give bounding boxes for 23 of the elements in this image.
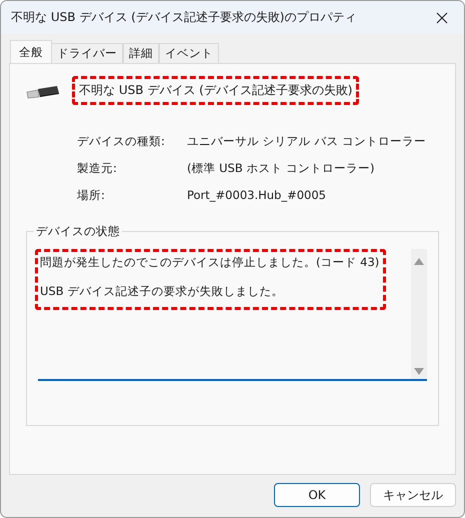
ok-button[interactable]: OK bbox=[274, 483, 360, 507]
status-text-box[interactable]: 問題が発生したのでこのデバイスは停止しました。(コード 43) USB デバイス記述子の要求が失敗しました。 bbox=[38, 249, 427, 381]
group-title: デバイスの状態 bbox=[34, 224, 122, 239]
status-message: USB デバイス記述子の要求が失敗しました。 bbox=[40, 284, 284, 299]
scrollbar[interactable] bbox=[411, 249, 427, 379]
property-value: ユニバーサル シリアル バス コントローラー bbox=[187, 134, 427, 149]
device-name: 不明な USB デバイス (デバイス記述子要求の失敗) bbox=[79, 82, 352, 96]
tab[interactable]: ドライバー bbox=[51, 43, 123, 63]
status-message: 問題が発生したのでこのデバイスは停止しました。(コード 43) bbox=[40, 255, 380, 270]
close-icon bbox=[436, 12, 448, 24]
window-title: 不明な USB デバイス (デバイス記述子要求の失敗)のプロパティ bbox=[11, 9, 356, 26]
property-label: 場所: bbox=[77, 188, 106, 203]
tab[interactable]: 全般 bbox=[10, 40, 52, 63]
property-value: Port_#0003.Hub_#0005 bbox=[187, 188, 327, 203]
tab[interactable]: イベント bbox=[159, 43, 219, 63]
tab[interactable]: 詳細 bbox=[123, 43, 159, 63]
scroll-down-icon[interactable] bbox=[414, 368, 424, 375]
scroll-up-icon[interactable] bbox=[414, 258, 424, 265]
cancel-button[interactable]: キャンセル bbox=[370, 483, 456, 507]
usb-plug-icon bbox=[26, 85, 60, 101]
property-value: (標準 USB ホスト コントローラー) bbox=[187, 161, 376, 176]
property-label: 製造元: bbox=[77, 161, 118, 176]
property-label: デバイスの種類: bbox=[77, 134, 166, 149]
